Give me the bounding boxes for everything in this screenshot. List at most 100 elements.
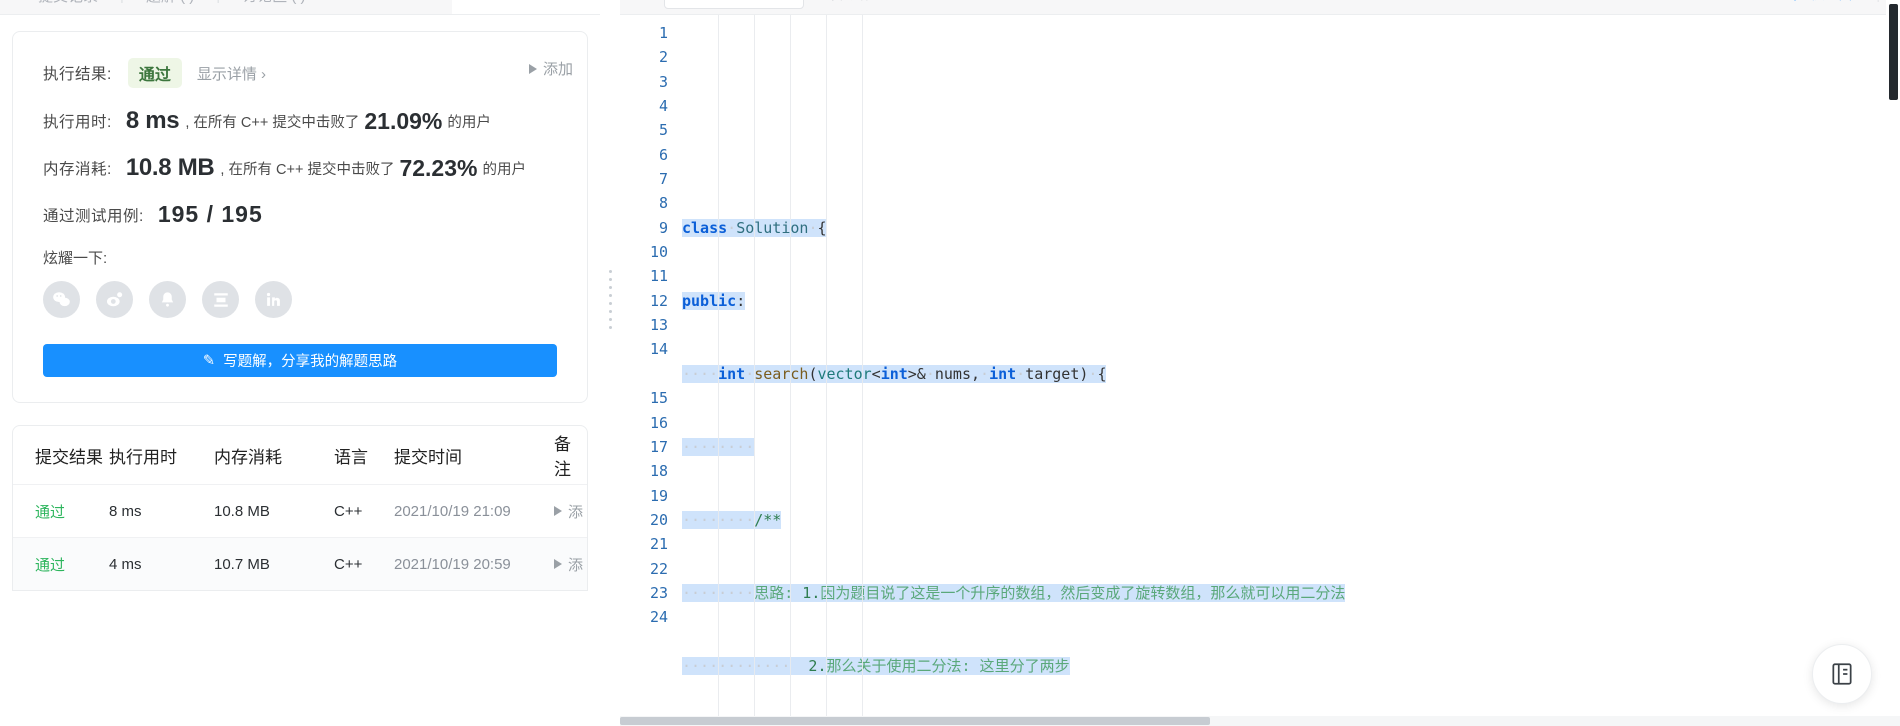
line-number: 23 bbox=[649, 583, 668, 602]
row-time: 2021/10/19 21:09 bbox=[394, 502, 511, 520]
table-row[interactable]: 通过 4 ms 10.7 MB C++ 2021/10/19 20:59 添 bbox=[13, 537, 587, 590]
line-number: 7 bbox=[658, 170, 668, 189]
line-number: 24 bbox=[649, 608, 668, 627]
tab-discussion[interactable]: 讨论区 ( ) bbox=[220, 0, 327, 6]
add-note-label: 添加 bbox=[542, 61, 573, 78]
code-editor-panel: ▾ C++ 自动补全 ◆ 模拟面试 | 1 2 3 4 5 6 7 8 bbox=[620, 0, 1900, 726]
memory-value: 10.8 MB bbox=[125, 154, 215, 181]
editor-vertical-scrollbar[interactable] bbox=[1886, 0, 1900, 726]
row-runtime: 4 ms bbox=[109, 555, 142, 573]
editor-top-right: ◆ 模拟面试 | bbox=[1790, 0, 1900, 4]
row-note[interactable]: 添 bbox=[554, 554, 587, 575]
column-header-memory: 内存消耗 bbox=[214, 447, 282, 467]
testcases-row: 通过测试用例: 195 / 195 bbox=[13, 201, 587, 228]
column-header-runtime: 执行用时 bbox=[109, 447, 177, 467]
tab-solutions[interactable]: 题解 ( ) bbox=[124, 0, 216, 6]
line-number: 1 bbox=[658, 24, 668, 42]
mock-interview-icon: ◆ bbox=[1790, 0, 1801, 3]
scrollbar-thumb-horizontal[interactable] bbox=[620, 717, 1210, 725]
row-note-label: 添 bbox=[568, 556, 584, 574]
line-number: 8 bbox=[658, 194, 668, 213]
submissions-header-row: 提交结果 执行用时 内存消耗 语言 提交时间 备注 bbox=[13, 426, 587, 484]
mock-interview-button[interactable]: 模拟面试 bbox=[1810, 0, 1866, 4]
linkedin-icon[interactable] bbox=[255, 281, 292, 318]
code-line: ············ 2.那么关于使用二分法: 这里分了两步 bbox=[682, 656, 1070, 675]
submissions-table: 提交结果 执行用时 内存消耗 语言 提交时间 备注 通过 8 ms 10.8 M… bbox=[12, 425, 588, 591]
pane-splitter[interactable] bbox=[600, 0, 620, 726]
line-number-gutter: 1 2 3 4 5 6 7 8 9 10 11 12 13 14 15 16 1… bbox=[620, 15, 682, 726]
scrollbar-thumb[interactable] bbox=[1889, 4, 1898, 100]
line-number: 6 bbox=[658, 145, 668, 164]
row-language: C++ bbox=[334, 502, 363, 520]
language-select[interactable]: ▾ C++ bbox=[664, 0, 804, 9]
wechat-icon[interactable] bbox=[43, 281, 80, 318]
line-number: 20 bbox=[649, 510, 668, 529]
write-solution-button[interactable]: ✎ 写题解，分享我的解题思路 bbox=[43, 344, 557, 377]
left-tab-bar: 提交记录 | 题解 ( ) | 讨论区 ( ) bbox=[0, 0, 600, 15]
runtime-value: 8 ms bbox=[125, 107, 180, 134]
line-number: 10 bbox=[649, 243, 668, 262]
line-number: 17 bbox=[649, 437, 668, 456]
line-number: 3 bbox=[658, 72, 668, 91]
tab-submissions[interactable]: 提交记录 bbox=[16, 0, 120, 6]
pencil-icon: ✎ bbox=[202, 352, 216, 369]
line-number-wrap-blank bbox=[620, 362, 668, 386]
row-memory: 10.7 MB bbox=[214, 555, 270, 573]
row-time: 2021/10/19 20:59 bbox=[394, 555, 511, 573]
memory-mid-text: , 在所有 C++ 提交中击败了 bbox=[220, 161, 395, 178]
line-number: 15 bbox=[649, 389, 668, 408]
memory-row: 内存消耗: 10.8 MB , 在所有 C++ 提交中击败了 72.23% 的用… bbox=[13, 154, 587, 182]
weibo-icon[interactable] bbox=[96, 281, 133, 318]
row-note[interactable]: 添 bbox=[554, 501, 587, 522]
runtime-row: 执行用时: 8 ms , 在所有 C++ 提交中击败了 21.09% 的用户 bbox=[13, 107, 587, 135]
code-line: ········ bbox=[682, 437, 755, 456]
show-detail-link[interactable]: 显示详情 › bbox=[197, 63, 266, 84]
line-number: 11 bbox=[649, 267, 668, 286]
row-status[interactable]: 通过 bbox=[13, 554, 109, 575]
language-label: C++ bbox=[689, 0, 715, 2]
notebook-fab-button[interactable] bbox=[1812, 644, 1872, 704]
line-number: 16 bbox=[649, 413, 668, 432]
leetcode-submission-page: 提交记录 | 题解 ( ) | 讨论区 ( ) 添加 执行结果: 通过 显示详情… bbox=[0, 0, 1900, 726]
chevron-down-icon: ▾ bbox=[675, 0, 682, 3]
memory-percentile: 72.23% bbox=[399, 154, 478, 181]
runtime-percentile: 21.09% bbox=[364, 107, 443, 134]
douban-icon[interactable] bbox=[202, 281, 239, 318]
play-icon bbox=[554, 559, 562, 569]
row-status[interactable]: 通过 bbox=[13, 501, 109, 522]
code-text-area[interactable]: class·Solution·{ public: ····int·search(… bbox=[682, 15, 1900, 726]
row-language: C++ bbox=[334, 555, 363, 573]
editor-horizontal-scrollbar[interactable] bbox=[620, 716, 1900, 726]
column-header-status: 提交结果 bbox=[35, 447, 103, 467]
code-line: class·Solution·{ bbox=[682, 218, 827, 237]
autocomplete-toggle[interactable]: 自动补全 bbox=[830, 0, 886, 4]
status-badge: 通过 bbox=[127, 58, 182, 88]
memory-tail-text: 的用户 bbox=[482, 161, 526, 178]
result-status-row: 执行结果: 通过 显示详情 › bbox=[13, 58, 587, 88]
code-line: ········思路: 1.因为题目说了这是一个升序的数组，然后变成了旋转数组，… bbox=[682, 583, 1346, 602]
tab-run-result-active[interactable] bbox=[452, 0, 600, 14]
add-note-action[interactable]: 添加 bbox=[528, 58, 573, 79]
editor-top-controls: ▾ C++ 自动补全 ◆ 模拟面试 | bbox=[620, 0, 1900, 14]
write-solution-label: 写题解，分享我的解题思路 bbox=[223, 354, 398, 370]
table-row[interactable]: 通过 8 ms 10.8 MB C++ 2021/10/19 21:09 添 bbox=[13, 484, 587, 537]
line-number: 14 bbox=[649, 340, 668, 359]
runtime-tail-text: 的用户 bbox=[447, 114, 491, 131]
left-panel: 提交记录 | 题解 ( ) | 讨论区 ( ) 添加 执行结果: 通过 显示详情… bbox=[0, 0, 600, 726]
line-number: 2 bbox=[658, 48, 668, 67]
bell-icon[interactable] bbox=[149, 281, 186, 318]
code-area-wrapper[interactable]: 1 2 3 4 5 6 7 8 9 10 11 12 13 14 15 16 1… bbox=[620, 15, 1900, 726]
run-result-card: 添加 执行结果: 通过 显示详情 › 执行用时: 8 ms , 在所有 C++ … bbox=[12, 31, 588, 403]
row-note-label: 添 bbox=[568, 503, 584, 521]
column-header-note: 备注 bbox=[554, 435, 571, 479]
editor-top-bar: ▾ C++ 自动补全 ◆ 模拟面试 | bbox=[620, 0, 1900, 15]
line-number: 5 bbox=[658, 121, 668, 140]
line-number: 12 bbox=[649, 291, 668, 310]
result-label: 执行结果: bbox=[43, 66, 112, 83]
testcases-value: 195 / 195 bbox=[157, 201, 263, 227]
runtime-label: 执行用时: bbox=[43, 114, 112, 131]
line-number: 13 bbox=[649, 316, 668, 335]
left-tabs: 提交记录 | 题解 ( ) | 讨论区 ( ) bbox=[0, 0, 327, 14]
social-share-list bbox=[13, 281, 587, 318]
testcases-label: 通过测试用例: bbox=[43, 207, 144, 225]
